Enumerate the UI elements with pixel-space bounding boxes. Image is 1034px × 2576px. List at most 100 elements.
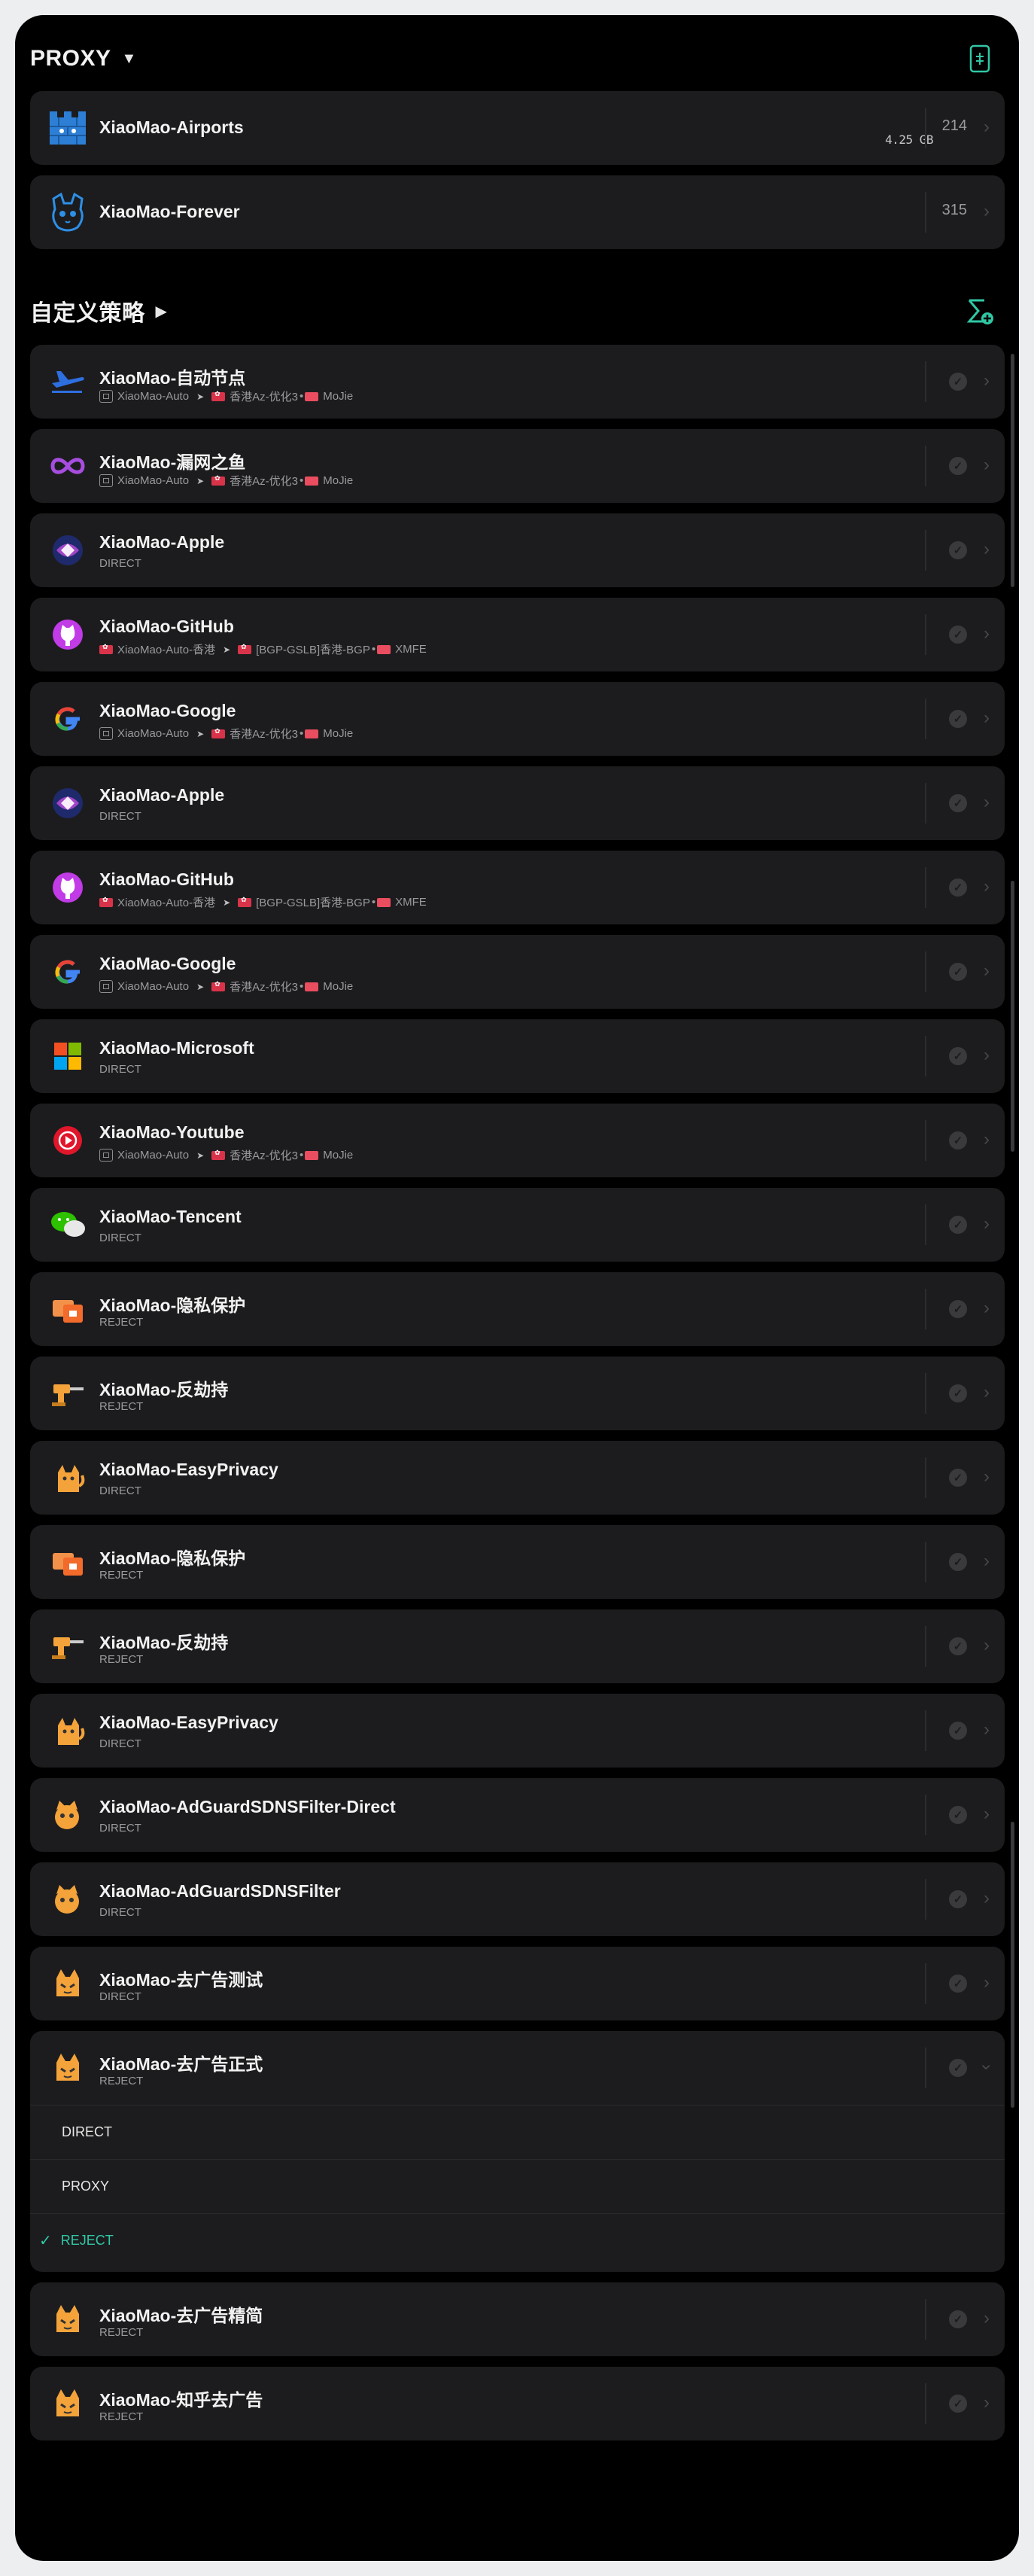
chevron-down-icon[interactable]: › [976,2064,997,2070]
policy-card[interactable]: XiaoMao-漏网之鱼 XiaoMao-Auto ➤ 香港Az-优化3• MoJie ✓… [30,429,1005,503]
chevron-right-icon[interactable]: › [984,1298,990,1319]
test-check-icon[interactable]: ✓ [949,1216,967,1234]
policy-option-proxy[interactable]: PROXY [30,2159,1005,2212]
policy-card[interactable]: XiaoMao-Youtube XiaoMao-Auto ➤ 香港Az-优化3• MoJ… [30,1104,1005,1177]
policy-option-direct[interactable]: DIRECT [30,2105,1005,2158]
chevron-right-icon[interactable]: › [984,1719,990,1740]
chevron-right-icon[interactable]: › [984,2392,990,2413]
chevron-right-icon[interactable]: › [984,792,990,813]
test-check-icon[interactable]: ✓ [949,1722,967,1740]
divider [925,2048,926,2088]
scrollbar-thumb[interactable] [1011,881,1014,1152]
proxy-group-airports[interactable]: XiaoMao-Airports 4.25 GB 214 › [30,91,1005,165]
chevron-right-icon[interactable]: › [984,1888,990,1909]
chevron-right-icon[interactable]: › [984,539,990,560]
policy-card[interactable]: XiaoMao-EasyPrivacy DIRECT ✓ › [30,1694,1005,1768]
test-check-icon[interactable]: ✓ [949,541,967,559]
test-check-icon[interactable]: ✓ [949,1300,967,1318]
chevron-right-icon[interactable]: › [984,370,990,391]
policy-card[interactable]: XiaoMao-Tencent DIRECT ✓ › [30,1188,1005,1262]
chevron-right-icon[interactable]: › [984,1382,990,1403]
policy-chain: XiaoMao-Auto ➤ 香港Az-优化3• MoJie [99,388,353,404]
sum-add-icon[interactable] [963,294,996,327]
chevron-right-icon[interactable]: › [984,1045,990,1066]
policy-card[interactable]: XiaoMao-GitHub XiaoMao-Auto-香港 ➤ [BGP-GSLB]… [30,598,1005,671]
chevron-right-icon[interactable]: › [984,455,990,476]
proxy-section-header[interactable]: PROXY ▼ [30,36,1004,81]
policy-card[interactable]: XiaoMao-反劫持 REJECT ✓ › [30,1609,1005,1683]
chain-provider: MoJie [323,980,354,993]
policy-card[interactable]: XiaoMao-知乎去广告 REJECT ✓ › [30,2367,1005,2441]
test-check-icon[interactable]: ✓ [949,1469,967,1487]
chevron-right-icon[interactable]: › [984,2308,990,2329]
test-check-icon[interactable]: ✓ [949,2395,967,2413]
policy-card[interactable]: XiaoMao-Google XiaoMao-Auto ➤ 香港Az-优化3• MoJi… [30,935,1005,1009]
speed-test-icon[interactable] [963,42,996,75]
chain-group: XiaoMao-Auto [117,390,190,403]
auto-chip-icon [99,1149,113,1162]
chevron-right-icon[interactable]: › [984,708,990,729]
policy-card[interactable]: XiaoMao-隐私保护 REJECT ✓ › [30,1272,1005,1346]
proxy-group-forever[interactable]: XiaoMao-Forever 315 › [30,175,1005,249]
policy-card[interactable]: XiaoMao-隐私保护 REJECT ✓ › [30,1525,1005,1599]
policy-option-reject[interactable]: ✓ REJECT [30,2213,1005,2267]
chevron-right-icon[interactable]: › [984,201,990,222]
custom-section-header[interactable]: 自定义策略 ▶ [30,288,1004,333]
test-check-icon[interactable]: ✓ [949,373,967,391]
test-check-icon[interactable]: ✓ [949,1047,967,1065]
chevron-right-icon[interactable]: › [984,1635,990,1656]
chevron-right-icon[interactable]: › [984,876,990,897]
test-check-icon[interactable]: ✓ [949,1637,967,1655]
policy-card[interactable]: XiaoMao-Apple DIRECT ✓ › [30,766,1005,840]
policy-card[interactable]: XiaoMao-Google XiaoMao-Auto ➤ 香港Az-优化3• MoJi… [30,682,1005,756]
arrow-right-icon: ➤ [223,897,231,908]
chevron-right-icon[interactable]: › [984,1551,990,1572]
chevron-down-icon: ▼ [121,50,137,67]
policy-card[interactable]: XiaoMao-GitHub XiaoMao-Auto-香港 ➤ [BGP-GSLB]… [30,851,1005,924]
test-check-icon[interactable]: ✓ [949,1553,967,1571]
chevron-right-icon[interactable]: › [984,961,990,982]
test-check-icon[interactable]: ✓ [949,963,967,981]
policy-card[interactable]: XiaoMao-去广告测试 DIRECT ✓ › [30,1947,1005,2020]
policy-chain: XiaoMao-Auto ➤ 香港Az-优化3• MoJie [99,473,353,489]
chevron-right-icon[interactable]: › [984,623,990,644]
policy-card[interactable]: XiaoMao-AdGuardSDNSFilter DIRECT ✓ › [30,1862,1005,1936]
policy-card[interactable]: XiaoMao-去广告正式 REJECT ✓ › DIRECT PROXY ✓ REJECT [30,2031,1005,2272]
test-check-icon[interactable]: ✓ [949,1384,967,1402]
test-check-icon[interactable]: ✓ [949,1806,967,1824]
ad-block-cat-icon [45,2297,90,2342]
divider [925,2299,926,2340]
policy-card[interactable]: XiaoMao-自动节点 XiaoMao-Auto ➤ 香港Az-优化3• MoJie ✓… [30,345,1005,419]
policy-value: REJECT [99,2410,144,2423]
node-count: 214 [941,117,967,134]
chevron-right-icon[interactable]: › [984,1466,990,1487]
policy-card[interactable]: XiaoMao-反劫持 REJECT ✓ › [30,1357,1005,1430]
policy-card[interactable]: XiaoMao-AdGuardSDNSFilter-Direct DIRECT ✓ › [30,1778,1005,1852]
test-check-icon[interactable]: ✓ [949,1131,967,1149]
chevron-right-icon[interactable]: › [984,1972,990,1993]
chevron-right-icon[interactable]: › [984,1129,990,1150]
policy-card[interactable]: XiaoMao-Apple DIRECT ✓ › [30,513,1005,587]
test-check-icon[interactable]: ✓ [949,878,967,897]
chevron-right-icon[interactable]: › [984,117,990,138]
scrollbar-track[interactable] [1011,354,1014,587]
test-check-icon[interactable]: ✓ [949,2059,967,2077]
policy-card[interactable]: XiaoMao-去广告精简 REJECT ✓ › [30,2282,1005,2356]
divider [925,1795,926,1835]
test-check-icon[interactable]: ✓ [949,2310,967,2328]
policy-card[interactable]: XiaoMao-EasyPrivacy DIRECT ✓ › [30,1441,1005,1515]
scrollbar-segment[interactable] [1011,1822,1014,2108]
test-check-icon[interactable]: ✓ [949,626,967,644]
chain-group: XiaoMao-Auto [117,727,190,740]
youtube-icon [45,1118,90,1163]
test-check-icon[interactable]: ✓ [949,710,967,728]
test-check-icon[interactable]: ✓ [949,457,967,475]
chevron-right-icon[interactable]: › [984,1213,990,1235]
chain-provider: MoJie [323,1149,354,1162]
policy-value: REJECT [99,1653,144,1666]
test-check-icon[interactable]: ✓ [949,1975,967,1993]
chevron-right-icon[interactable]: › [984,1804,990,1825]
test-check-icon[interactable]: ✓ [949,1890,967,1908]
policy-card[interactable]: XiaoMao-Microsoft DIRECT ✓ › [30,1019,1005,1093]
test-check-icon[interactable]: ✓ [949,794,967,812]
